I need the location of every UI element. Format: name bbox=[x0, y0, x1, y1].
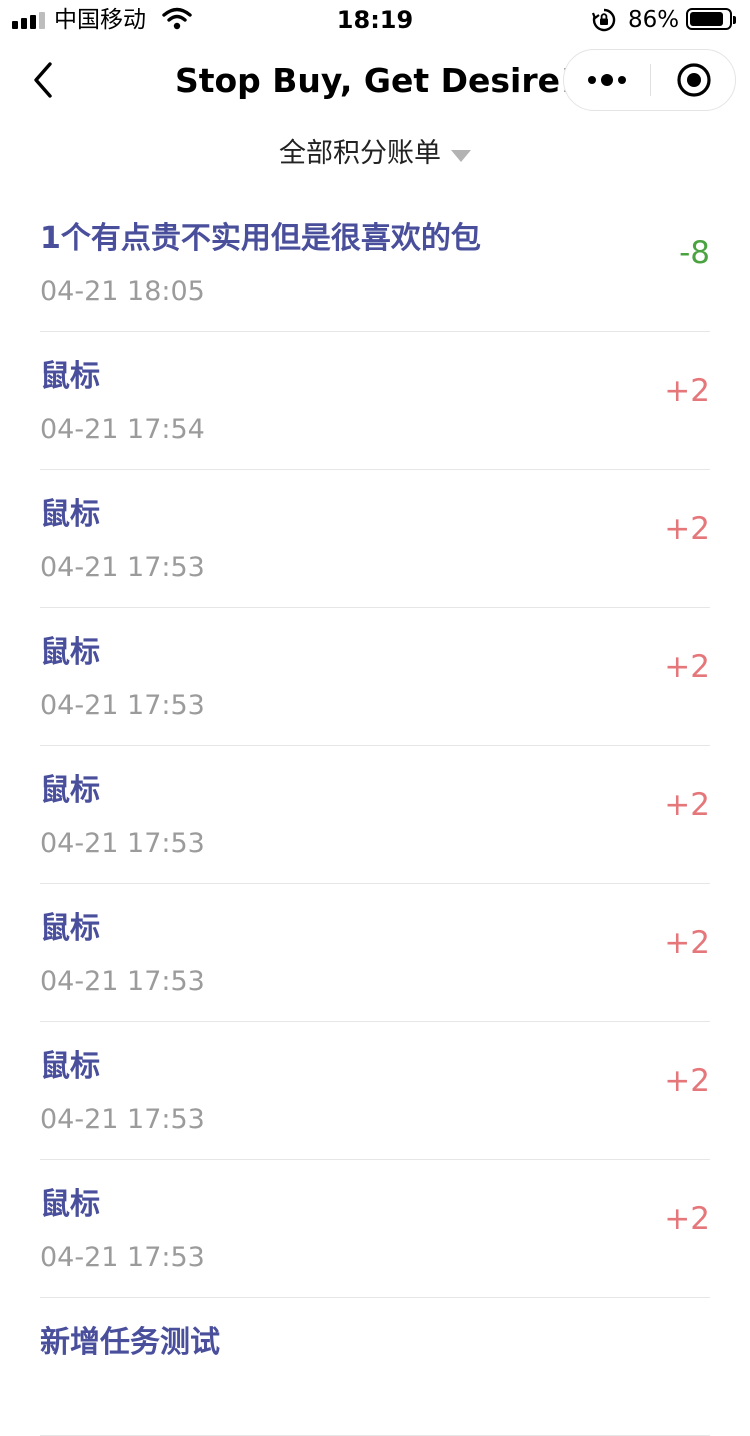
caret-down-icon bbox=[451, 150, 471, 162]
orientation-lock-icon bbox=[592, 8, 616, 32]
list-item[interactable]: 鼠标 04-21 17:53 +2 bbox=[40, 1022, 710, 1160]
list-item[interactable]: 鼠标 04-21 17:53 +2 bbox=[40, 608, 710, 746]
record-title: 鼠标 bbox=[40, 1187, 100, 1222]
list-item[interactable]: 鼠标 04-21 17:53 +2 bbox=[40, 746, 710, 884]
record-title: 鼠标 bbox=[40, 497, 100, 532]
filter-label: 全部积分账单 bbox=[279, 138, 441, 169]
status-bar: 中国移动 18:19 86% bbox=[0, 0, 750, 40]
record-time: 04-21 17:53 bbox=[40, 1104, 205, 1135]
mini-program-capsule bbox=[563, 49, 736, 111]
list-item[interactable]: 鼠标 04-21 17:53 +2 bbox=[40, 470, 710, 608]
list-item[interactable]: 鼠标 04-21 17:54 +2 bbox=[40, 332, 710, 470]
record-time: 04-21 17:53 bbox=[40, 1242, 205, 1273]
record-points: +2 bbox=[664, 1201, 710, 1237]
record-title: 鼠标 bbox=[40, 911, 100, 946]
record-time: 04-21 17:54 bbox=[40, 414, 205, 445]
points-record-list: 1个有点贵不实用但是很喜欢的包 04-21 18:05 -8 鼠标 04-21 17:5… bbox=[40, 194, 710, 1436]
record-points: +2 bbox=[664, 511, 710, 547]
record-time: 04-21 18:05 bbox=[40, 276, 205, 307]
close-icon bbox=[676, 63, 711, 97]
nav-bar: Stop Buy, Get Desire! bbox=[0, 40, 750, 120]
more-icon bbox=[588, 76, 596, 84]
record-points: +2 bbox=[664, 925, 710, 961]
record-title: 新增任务测试 bbox=[40, 1325, 220, 1360]
record-points: -8 bbox=[679, 235, 710, 271]
battery-icon bbox=[686, 8, 736, 30]
record-points: +2 bbox=[664, 1063, 710, 1099]
list-item[interactable]: 鼠标 04-21 17:53 +2 bbox=[40, 884, 710, 1022]
list-item[interactable]: 1个有点贵不实用但是很喜欢的包 04-21 18:05 -8 bbox=[40, 194, 710, 332]
record-title: 鼠标 bbox=[40, 1049, 100, 1084]
record-title: 鼠标 bbox=[40, 635, 100, 670]
list-item[interactable]: 鼠标 04-21 17:53 +2 bbox=[40, 1160, 710, 1298]
record-title: 鼠标 bbox=[40, 773, 100, 808]
record-time: 04-21 17:53 bbox=[40, 552, 205, 583]
record-time: 04-21 17:53 bbox=[40, 690, 205, 721]
record-time: 04-21 17:53 bbox=[40, 966, 205, 997]
record-time: 04-21 17:53 bbox=[40, 828, 205, 859]
bill-filter-dropdown[interactable]: 全部积分账单 bbox=[0, 132, 750, 176]
list-item[interactable]: 新增任务测试 bbox=[40, 1298, 710, 1436]
record-points: +2 bbox=[664, 787, 710, 823]
more-button[interactable] bbox=[564, 50, 650, 110]
record-points: +2 bbox=[664, 649, 710, 685]
record-title: 1个有点贵不实用但是很喜欢的包 bbox=[40, 221, 481, 256]
record-points: +2 bbox=[664, 373, 710, 409]
close-button[interactable] bbox=[651, 50, 736, 110]
battery-percent: 86% bbox=[628, 7, 680, 33]
record-title: 鼠标 bbox=[40, 359, 100, 394]
